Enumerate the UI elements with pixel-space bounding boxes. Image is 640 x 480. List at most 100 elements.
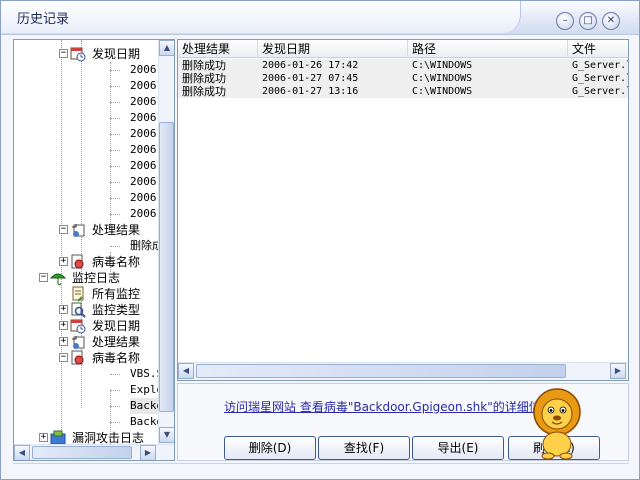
tree-connector: [110, 118, 120, 119]
list-header: 处理结果 发现日期 路径 文件: [178, 40, 628, 58]
title-tab: 历史记录: [1, 1, 521, 33]
scroll-left-button[interactable]: ◀: [14, 445, 30, 460]
tree-connector: [110, 70, 120, 71]
tree-horizontal-scrollbar[interactable]: ◀ ▶: [14, 444, 174, 460]
table-row[interactable]: 删除成功 2006-01-27 07:45 C:\WINDOWS G_Server.l: [178, 72, 628, 85]
tree-guide-line: [110, 62, 111, 232]
tree-connector: [110, 214, 120, 215]
tree-node-label: 监控日志: [72, 271, 121, 285]
column-header-path[interactable]: 路径: [408, 40, 568, 58]
all-monitors-icon: [70, 286, 86, 302]
processing-result-icon: [70, 334, 86, 350]
status-bar: [13, 463, 629, 477]
tree-node-label: 发现日期: [92, 319, 141, 333]
expand-icon[interactable]: +: [59, 305, 68, 314]
scroll-up-button[interactable]: ▲: [159, 40, 174, 56]
log-tree[interactable]: − 发现日期 2006-01 2006-01 2006-01 2006-01 2006-01…: [13, 39, 175, 461]
tree-connector: [110, 422, 120, 423]
scroll-thumb[interactable]: [159, 122, 174, 412]
list-scroll-left-button[interactable]: ◀: [178, 363, 194, 379]
collapse-icon[interactable]: −: [59, 353, 68, 362]
tree-connector: [110, 182, 120, 183]
table-cell: G_Server.l: [572, 86, 628, 97]
history-window: 历史记录 – □ ✕ − 发现日期 2006-01 2006-01 2006-01 200…: [0, 0, 640, 480]
tree-node-label: 监控类型: [92, 303, 141, 317]
delete-button[interactable]: 删除(D): [224, 436, 316, 460]
tree-connector: [110, 374, 120, 375]
umbrella-icon: [49, 270, 67, 286]
table-cell: 删除成功: [182, 85, 226, 98]
find-button[interactable]: 查找(F): [318, 436, 410, 460]
table-row[interactable]: 删除成功 2006-01-26 17:42 C:\WINDOWS G_Server.l: [178, 59, 628, 72]
arrow-right-icon: ▶: [614, 366, 622, 375]
table-cell: 2006-01-26 17:42: [262, 60, 359, 71]
processing-result-icon: [70, 222, 86, 238]
minimize-button[interactable]: –: [556, 12, 574, 30]
list-horizontal-scrollbar[interactable]: ◀ ▶: [178, 362, 628, 380]
expand-icon[interactable]: +: [59, 321, 68, 330]
close-button[interactable]: ✕: [602, 12, 620, 30]
tree-connector: [110, 406, 120, 407]
table-cell: 2006-01-27 13:16: [262, 86, 359, 97]
maximize-icon: □: [583, 15, 593, 26]
table-cell: G_Server.l: [572, 73, 628, 84]
tree-node-label: 所有监控: [92, 287, 141, 301]
virus-document-icon: [70, 254, 86, 270]
tree-connector: [110, 390, 120, 391]
expand-icon[interactable]: +: [59, 257, 68, 266]
tree-node-label: 发现日期: [92, 47, 141, 61]
expand-icon[interactable]: +: [39, 433, 48, 442]
tree-connector: [110, 86, 120, 87]
list-scroll-right-button[interactable]: ▶: [610, 363, 626, 379]
expand-icon[interactable]: +: [59, 337, 68, 346]
virus-info-link[interactable]: 访问瑞星网站 查看病毒"Backdoor.Gpigeon.shk"的详细信息: [224, 398, 553, 415]
tree-node-label: 处理结果: [92, 335, 141, 349]
virus-document-icon: [70, 350, 86, 366]
title-bar[interactable]: 历史记录 – □ ✕: [1, 1, 639, 35]
tree-guide-line: [81, 40, 82, 280]
hscroll-thumb[interactable]: [32, 446, 132, 459]
close-icon: ✕: [606, 15, 616, 26]
window-title: 历史记录: [17, 12, 70, 27]
collapse-icon[interactable]: −: [59, 49, 68, 58]
calendar-clock-icon: [70, 46, 86, 62]
calendar-clock-icon: [70, 318, 86, 334]
arrow-left-icon: ◀: [182, 366, 190, 375]
record-list[interactable]: 处理结果 发现日期 路径 文件 删除成功 2006-01-26 17:42 C:\W…: [177, 39, 629, 381]
collapse-icon[interactable]: −: [59, 225, 68, 234]
tree-connector: [110, 246, 120, 247]
detail-panel: 访问瑞星网站 查看病毒"Backdoor.Gpigeon.shk"的详细信息 删…: [177, 383, 629, 461]
table-cell: 删除成功: [182, 59, 226, 72]
scroll-right-button[interactable]: ▶: [140, 445, 156, 460]
maximize-button[interactable]: □: [579, 12, 597, 30]
table-cell: 2006-01-27 07:45: [262, 73, 359, 84]
table-cell: 删除成功: [182, 72, 226, 85]
tree-connector: [110, 198, 120, 199]
arrow-up-icon: ▲: [163, 43, 171, 52]
column-header-date[interactable]: 发现日期: [258, 40, 408, 58]
lion-mascot-icon: [533, 388, 581, 460]
tree-node-label: 处理结果: [92, 223, 141, 237]
tree-connector: [110, 134, 120, 135]
minimize-icon: –: [562, 15, 568, 26]
collapse-icon[interactable]: −: [39, 273, 48, 282]
arrow-right-icon: ▶: [144, 448, 152, 457]
table-cell: C:\WINDOWS: [412, 60, 473, 71]
scroll-down-button[interactable]: ▼: [159, 427, 174, 443]
tree-node-label: 病毒名称: [92, 255, 141, 269]
list-hscroll-thumb[interactable]: [196, 364, 566, 378]
table-cell: C:\WINDOWS: [412, 86, 473, 97]
tree-connector: [110, 102, 120, 103]
tree-connector: [110, 166, 120, 167]
export-button[interactable]: 导出(E): [412, 436, 504, 460]
tree-node-label: 病毒名称: [92, 351, 141, 365]
arrow-left-icon: ◀: [18, 448, 26, 457]
table-cell: G_Server.l: [572, 60, 628, 71]
table-row[interactable]: 删除成功 2006-01-27 13:16 C:\WINDOWS G_Server.l: [178, 85, 628, 98]
tree-guide-line: [61, 40, 62, 440]
arrow-down-icon: ▼: [163, 430, 171, 439]
column-header-file[interactable]: 文件: [568, 40, 628, 58]
tree-vertical-scrollbar[interactable]: ▲ ▼: [158, 40, 174, 444]
monitor-type-icon: [70, 302, 86, 318]
column-header-result[interactable]: 处理结果: [178, 40, 258, 58]
